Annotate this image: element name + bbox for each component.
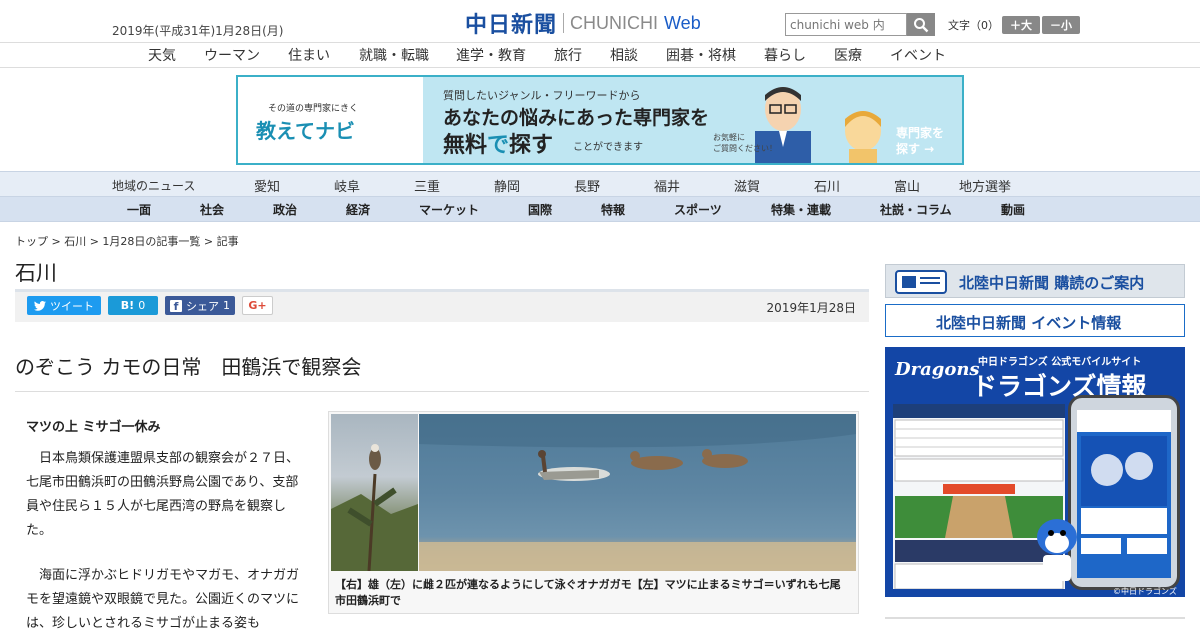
category-nav-item[interactable]: 国際 — [528, 201, 552, 218]
font-larger-button[interactable]: ＋大 — [1002, 16, 1040, 34]
nav-item[interactable]: 旅行 — [554, 45, 582, 65]
font-smaller-button[interactable]: －小 — [1042, 16, 1080, 34]
nav-item[interactable]: 暮らし — [764, 45, 806, 65]
hatena-label: B! — [120, 299, 135, 312]
divider — [15, 391, 869, 392]
site-search — [785, 13, 935, 36]
banner-subtitle: その道の専門家にきく — [268, 104, 359, 114]
tweet-button[interactable]: ツイート — [27, 296, 101, 315]
ad-copyright: ©中日ドラゴンズ — [1113, 587, 1177, 596]
nav-item[interactable]: 相談 — [610, 45, 638, 65]
dragons-mobile-ad[interactable]: Dragons 中日ドラゴンズ 公式モバイルサイト ドラゴンズ情報 ©中日ドラゴ… — [885, 347, 1185, 597]
category-nav-item[interactable]: 一面 — [127, 201, 151, 218]
article-paragraph: 海面に浮かぶヒドリガモやマガモ、オナガガモを望遠鏡や双眼鏡で見た。公園近くのマツ… — [26, 568, 300, 631]
site-header: 2019年(平成31年)1月28日(月) 中日新聞 CHUNICHI Web 文… — [0, 0, 1200, 43]
search-button[interactable] — [907, 13, 935, 36]
subscribe-banner[interactable]: 北陸中日新聞 購読のご案内 — [885, 264, 1185, 298]
article-headline: のぞこう カモの日常 田鶴浜で観察会 — [15, 355, 362, 379]
font-size-label: 文字（0） — [948, 19, 999, 32]
banner-line4: ことができます — [573, 142, 643, 153]
category-nav-item[interactable]: 特報 — [601, 201, 625, 218]
nav-item[interactable]: 就職・転職 — [359, 45, 429, 65]
twitter-icon — [34, 300, 46, 311]
nav-item[interactable]: 住まい — [288, 45, 330, 65]
dragons-logo: Dragons — [895, 359, 980, 380]
logo-web: Web — [664, 12, 701, 33]
category-nav-item[interactable]: 特集・連載 — [771, 201, 831, 218]
region-nav-item[interactable]: 富山 — [894, 176, 920, 195]
category-nav-item[interactable]: マーケット — [419, 201, 479, 218]
region-nav-item[interactable]: 静岡 — [494, 176, 520, 195]
current-date: 2019年(平成31年)1月28日(月) — [112, 24, 284, 38]
nav-item[interactable]: イベント — [890, 45, 946, 65]
events-label: 北陸中日新聞 イベント情報 — [936, 314, 1122, 332]
region-nav-label: 地域のニュース — [112, 179, 196, 193]
photo-caption: 【右】雄（左）に雌２匹が連なるようにして泳ぐオナガガモ【左】マツに止まるミサゴ＝… — [335, 578, 841, 607]
google-plus-button[interactable]: G+ — [242, 296, 273, 315]
article-subhead: マツの上 ミサゴ一休み — [26, 420, 161, 435]
doala-mascot-icon — [1037, 519, 1077, 581]
banner-service-name: 教えてナビ — [256, 119, 355, 143]
ad-tagline: 中日ドラゴンズ 公式モバイルサイト — [978, 357, 1142, 368]
category-nav-item[interactable]: 社説・コラム — [880, 201, 952, 218]
site-logo[interactable]: 中日新聞 CHUNICHI Web — [465, 10, 701, 39]
facebook-share-button[interactable]: f シェア 1 — [165, 296, 235, 315]
nav-item[interactable]: 進学・教育 — [456, 45, 526, 65]
region-nav-item[interactable]: 滋賀 — [734, 176, 760, 195]
breadcrumb[interactable]: トップ > 石川 > 1月28日の記事一覧 > 記事 — [15, 233, 239, 249]
nav-item[interactable]: 天気 — [148, 45, 176, 65]
region-nav-item[interactable]: 三重 — [414, 176, 440, 195]
osprey-photo — [331, 414, 418, 571]
logo-kanji: 中日新聞 — [465, 13, 558, 38]
divider — [885, 617, 1185, 619]
region-nav-item[interactable]: 長野 — [574, 176, 600, 195]
logo-english: CHUNICHI — [570, 12, 659, 33]
person-thinking-illustration — [845, 111, 881, 163]
global-nav: 天気 ウーマン 住まい 就職・転職 進学・教育 旅行 相談 囲碁・将棋 暮らし … — [0, 43, 1200, 68]
region-nav-item[interactable]: 地方選挙 — [959, 176, 1011, 195]
subscribe-label: 北陸中日新聞 購読のご案内 — [959, 274, 1145, 292]
article-date: 2019年1月28日 — [766, 301, 856, 315]
facebook-share-count: 1 — [223, 299, 230, 312]
category-nav: 一面 社会 政治 経済 マーケット 国際 特報 スポーツ 特集・連載 社説・コラ… — [0, 197, 1200, 222]
category-nav-item[interactable]: 経済 — [346, 201, 370, 218]
nav-item[interactable]: 医療 — [834, 45, 862, 65]
category-nav-item[interactable]: 社会 — [200, 201, 224, 218]
search-input[interactable] — [785, 13, 907, 36]
facebook-share-label: シェア — [186, 299, 219, 313]
region-nav-item[interactable]: 石川 — [814, 176, 840, 195]
facebook-icon: f — [170, 299, 182, 313]
banner-note: お気軽に ご質問ください！ — [713, 133, 777, 153]
banner-cta[interactable]: 専門家を 探す → — [896, 125, 944, 157]
nav-item[interactable]: 囲碁・将棋 — [666, 45, 736, 65]
oshiete-navi-banner[interactable]: その道の専門家にきく 教えてナビ 質問したいジャンル・フリーワードから あなたの… — [236, 75, 964, 165]
category-nav-item[interactable]: 政治 — [273, 201, 297, 218]
banner-logo-area: その道の専門家にきく 教えてナビ — [238, 77, 423, 163]
hatena-count: 0 — [138, 299, 146, 312]
banner-line1: 質問したいジャンル・フリーワードから — [443, 89, 641, 102]
section-title: 石川 — [15, 261, 57, 285]
nav-item[interactable]: ウーマン — [204, 45, 260, 65]
ducks-photo — [419, 414, 856, 571]
search-icon — [914, 17, 929, 32]
banner-line2: あなたの悩みにあった専門家を — [443, 107, 710, 129]
share-bar: ツイート B! 0 f シェア 1 G+ 2019年1月28日 — [15, 289, 869, 322]
logo-separator — [563, 13, 565, 33]
region-nav-item[interactable]: 愛知 — [254, 176, 280, 195]
newspaper-icon — [895, 270, 947, 294]
category-nav-item[interactable]: 動画 — [1001, 201, 1025, 218]
article-photo[interactable]: 【右】雄（左）に雌２匹が連なるようにして泳ぐオナガガモ【左】マツに止まるミサゴ＝… — [328, 411, 859, 614]
ad-phone — [1068, 395, 1180, 590]
banner-line3: 無料で探す — [443, 133, 554, 158]
region-nav-item[interactable]: 福井 — [654, 176, 680, 195]
tweet-label: ツイート — [50, 299, 94, 313]
article-paragraph: 日本鳥類保護連盟県支部の観察会が２７日、七尾市田鶴浜町の田鶴浜野鳥公園であり、支… — [26, 451, 300, 538]
events-banner[interactable]: 北陸中日新聞 イベント情報 — [885, 304, 1185, 337]
hatena-button[interactable]: B! 0 — [108, 296, 158, 315]
region-nav-item[interactable]: 岐阜 — [334, 176, 360, 195]
region-news-nav: 地域のニュース 愛知 岐阜 三重 静岡 長野 福井 滋賀 石川 富山 地方選挙 — [0, 171, 1200, 197]
category-nav-item[interactable]: スポーツ — [674, 201, 722, 218]
banner-message-area: 質問したいジャンル・フリーワードから あなたの悩みにあった専門家を 無料で探す … — [423, 77, 962, 163]
